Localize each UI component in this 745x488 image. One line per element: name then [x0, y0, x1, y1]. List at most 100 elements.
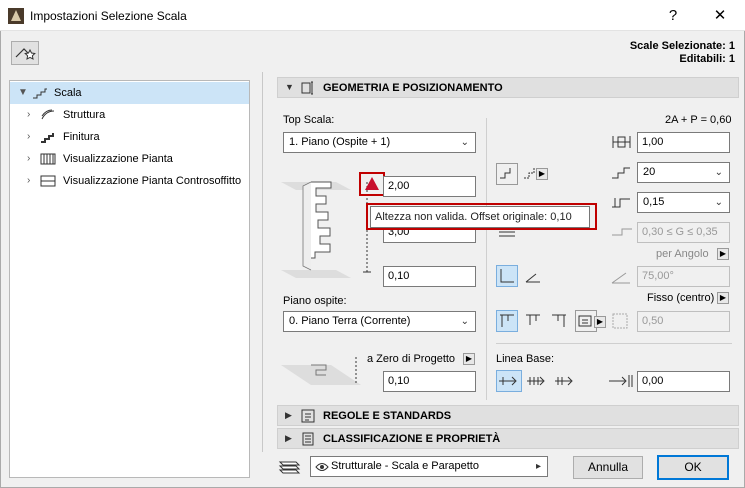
zero-label: a Zero di Progetto	[367, 353, 456, 365]
angle-icon	[611, 272, 630, 284]
section-title: GEOMETRIA E POSIZIONAMENTO	[323, 82, 503, 94]
tree-item-label: Scala	[54, 87, 82, 99]
baseline-left-button[interactable]	[496, 370, 522, 392]
chevron-down-icon: ▼	[285, 82, 294, 92]
base-offset-input[interactable]: 0,10	[383, 266, 476, 287]
geometry-icon	[301, 81, 313, 95]
angle-mode-label: per Angolo	[656, 248, 709, 260]
chevron-right-icon: ▶	[285, 410, 292, 420]
tree-item-label: Finitura	[63, 131, 100, 143]
riser-mode-button[interactable]	[496, 163, 518, 185]
tree-item-label: Visualizzazione Pianta	[63, 153, 173, 165]
ok-button[interactable]: OK	[657, 455, 729, 480]
stair-elevation-illustration	[281, 181, 351, 278]
chevron-down-icon: ⌄	[460, 137, 469, 148]
baseline-label: Linea Base:	[496, 353, 555, 365]
tree-item-label: Struttura	[63, 109, 106, 121]
riser-count-select[interactable]: 20 ⌄	[637, 162, 730, 183]
app-icon	[8, 8, 24, 24]
walkline-offset-input: 0,50	[637, 311, 730, 332]
warning-tooltip: Altezza non valida. Offset originale: 0,…	[370, 206, 590, 228]
chevron-right-icon: ▸	[535, 461, 541, 472]
riser-height-value: 0,15	[643, 196, 665, 208]
favorites-stack-icon[interactable]	[277, 456, 303, 476]
baseline-center-button[interactable]	[524, 370, 550, 392]
rules-icon	[301, 409, 315, 423]
chevron-down-icon: ⌄	[460, 316, 469, 327]
formula-text: 2A + P = 0,60	[665, 114, 732, 126]
selected-count: Scale Selezionate: 1	[629, 40, 735, 52]
divider	[496, 343, 732, 344]
walkline-center-button[interactable]	[522, 310, 544, 332]
floorplan-icon	[40, 153, 56, 165]
riser-count-icon	[612, 167, 630, 179]
walkline-menu[interactable]: ▶	[594, 316, 606, 328]
chevron-down-icon: ⌄	[714, 167, 723, 178]
chevron-right-icon: ▶	[285, 433, 292, 443]
zero-menu-button[interactable]: ▶	[463, 353, 475, 365]
tree-item-floorplan[interactable]: › Visualizzazione Pianta	[10, 148, 249, 170]
riser-height-select[interactable]: 0,15 ⌄	[637, 192, 730, 213]
column-divider	[486, 118, 487, 400]
warning-icon[interactable]	[365, 177, 379, 190]
chevron-down-icon: ▼	[18, 87, 28, 98]
help-button[interactable]: ?	[650, 0, 696, 31]
top-select-value: 1. Piano (Ospite + 1)	[289, 136, 391, 148]
tree-item-finitura[interactable]: › Finitura	[10, 126, 249, 148]
project-zero-illustration	[281, 357, 361, 385]
host-select-value: 0. Piano Terra (Corrente)	[289, 315, 411, 327]
host-select[interactable]: 0. Piano Terra (Corrente) ⌄	[283, 311, 476, 332]
host-label: Piano ospite:	[283, 295, 347, 307]
baseline-offset-input[interactable]: 0,00	[637, 371, 730, 392]
slope-lock-button[interactable]	[496, 265, 518, 287]
cancel-button[interactable]: Annulla	[573, 456, 643, 479]
tree-item-struttura[interactable]: › Struttura	[10, 104, 249, 126]
tread-range-input: 0,30 ≤ G ≤ 0,35	[637, 222, 730, 243]
riser-count-value: 20	[643, 166, 656, 178]
chevron-right-icon: ›	[27, 131, 31, 142]
fixed-mode-label: Fisso (centro)	[647, 292, 715, 304]
run-width-icon	[612, 136, 631, 148]
section-classification[interactable]: ▶ CLASSIFICAZIONE E PROPRIETÀ	[277, 428, 739, 449]
favorite-select-value: Strutturale - Scala e Parapetto	[331, 460, 479, 472]
section-geometry[interactable]: ▼ GEOMETRIA E POSIZIONAMENTO	[277, 77, 739, 98]
splitter[interactable]	[262, 72, 263, 452]
baseline-offset-icon	[609, 375, 633, 387]
finish-icon	[41, 133, 54, 143]
run-width-input[interactable]: 1,00	[637, 132, 730, 153]
stair-icon	[33, 88, 47, 99]
baseline-right-button[interactable]	[552, 370, 578, 392]
editable-count: Editabili: 1	[679, 53, 735, 65]
tread-depth-icon	[612, 228, 632, 236]
tree-item-ceiling-plan[interactable]: › Visualizzazione Pianta Controsoffitto	[10, 170, 249, 192]
angle-button[interactable]	[522, 265, 544, 287]
close-button[interactable]: ✕	[697, 0, 743, 31]
riser-height-icon	[612, 198, 630, 208]
ceiling-plan-icon	[40, 175, 56, 187]
walkline-left-button[interactable]	[496, 310, 518, 332]
stair-mode-menu[interactable]: ▶	[536, 168, 548, 180]
top-offset-input[interactable]: 2,00	[383, 176, 476, 197]
favorite-select[interactable]: Strutturale - Scala e Parapetto ▸	[310, 456, 548, 477]
chevron-right-icon: ›	[27, 153, 31, 164]
classification-icon	[302, 432, 314, 446]
chevron-down-icon: ⌄	[714, 197, 723, 208]
chevron-right-icon: ›	[27, 109, 31, 120]
walkline-right-button[interactable]	[548, 310, 570, 332]
section-title: REGOLE E STANDARDS	[323, 410, 452, 422]
angle-mode-menu[interactable]: ▶	[717, 248, 729, 260]
section-title: CLASSIFICAZIONE E PROPRIETÀ	[323, 433, 501, 445]
top-select[interactable]: 1. Piano (Ospite + 1) ⌄	[283, 132, 476, 153]
window-title: Impostazioni Selezione Scala	[30, 9, 187, 23]
section-rules[interactable]: ▶ REGOLE E STANDARDS	[277, 405, 739, 426]
eye-icon	[315, 463, 329, 471]
tree-item-scala[interactable]: ▼ Scala	[10, 82, 249, 104]
fixed-mode-menu[interactable]: ▶	[717, 292, 729, 304]
walkline-offset-icon	[612, 313, 628, 329]
favorites-icon[interactable]	[11, 41, 39, 65]
top-label: Top Scala:	[283, 114, 335, 126]
zero-offset-input[interactable]: 0,10	[383, 371, 476, 392]
angle-input: 75,00°	[637, 266, 730, 287]
settings-tree: ▼ Scala › Struttura › Finitura › Visuali…	[9, 80, 250, 478]
tree-item-label: Visualizzazione Pianta Controsoffitto	[63, 175, 242, 187]
